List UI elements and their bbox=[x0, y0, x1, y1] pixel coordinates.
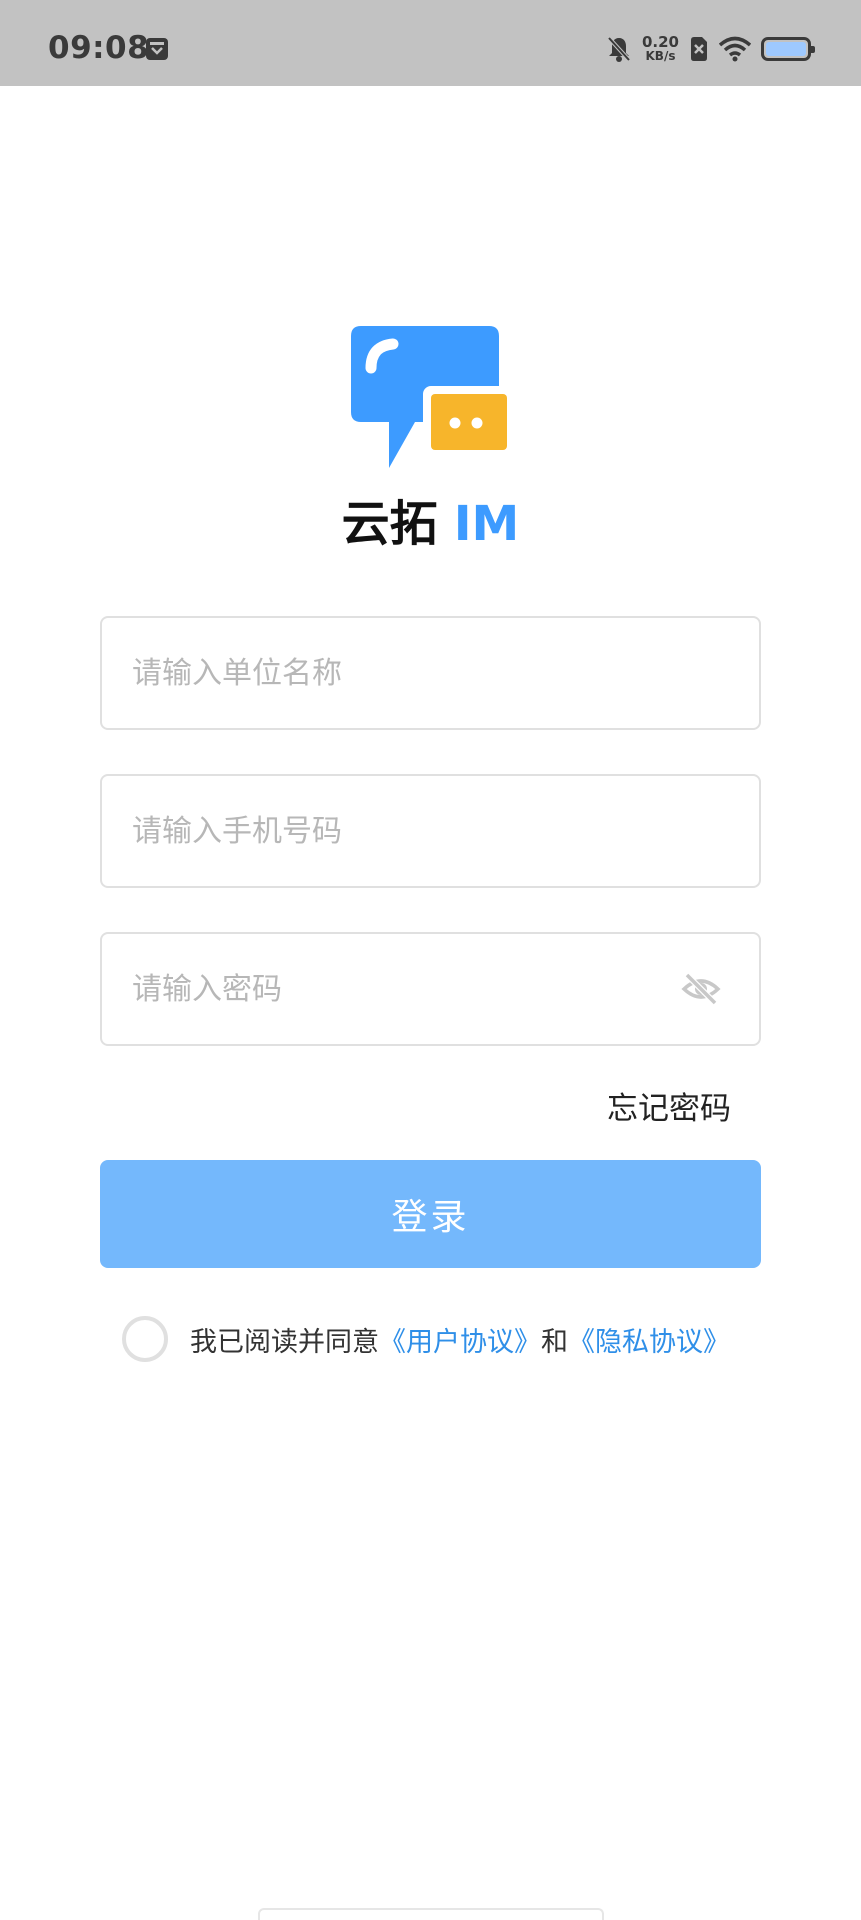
status-icons: 0.20 KB/s bbox=[606, 32, 815, 66]
network-speed-unit: KB/s bbox=[645, 49, 676, 63]
notification-icon bbox=[146, 38, 168, 60]
company-input[interactable] bbox=[132, 618, 672, 728]
app-name-en: IM bbox=[453, 496, 520, 552]
no-sim-icon bbox=[691, 37, 707, 61]
network-speed-value: 0.20 bbox=[641, 33, 679, 51]
user-agreement-link[interactable]: 《用户协议》 bbox=[379, 1320, 541, 1359]
agreement-conjunction: 和 bbox=[541, 1326, 568, 1358]
login-button[interactable]: 登录 bbox=[100, 1160, 761, 1268]
wifi-icon bbox=[719, 36, 751, 62]
app-logo-icon bbox=[351, 326, 511, 468]
forgot-password-link[interactable]: 忘记密码 bbox=[607, 1083, 731, 1128]
app-name-cn: 云拓 bbox=[341, 496, 438, 552]
battery-icon bbox=[761, 37, 815, 61]
eye-off-icon[interactable] bbox=[681, 972, 721, 1006]
agreement-row: 我已阅读并同意 《用户协议》和《隐私协议》 bbox=[122, 1315, 730, 1363]
phone-input[interactable] bbox=[132, 776, 672, 886]
agreement-prefix: 我已阅读并同意 bbox=[190, 1326, 379, 1358]
status-time: 09:08 bbox=[48, 30, 150, 66]
password-input[interactable] bbox=[132, 934, 672, 1044]
status-bar: 09:08 0.20 KB/s bbox=[0, 0, 861, 86]
mute-bell-icon bbox=[607, 36, 631, 62]
network-speed: 0.20 KB/s bbox=[641, 33, 679, 64]
password-field[interactable] bbox=[100, 932, 761, 1046]
agreement-checkbox[interactable] bbox=[122, 1316, 168, 1362]
home-indicator[interactable] bbox=[258, 1908, 604, 1920]
privacy-agreement-link[interactable]: 《隐私协议》 bbox=[568, 1320, 730, 1359]
company-field[interactable] bbox=[100, 616, 761, 730]
phone-field[interactable] bbox=[100, 774, 761, 888]
app-title: 云拓 IM bbox=[0, 484, 861, 554]
